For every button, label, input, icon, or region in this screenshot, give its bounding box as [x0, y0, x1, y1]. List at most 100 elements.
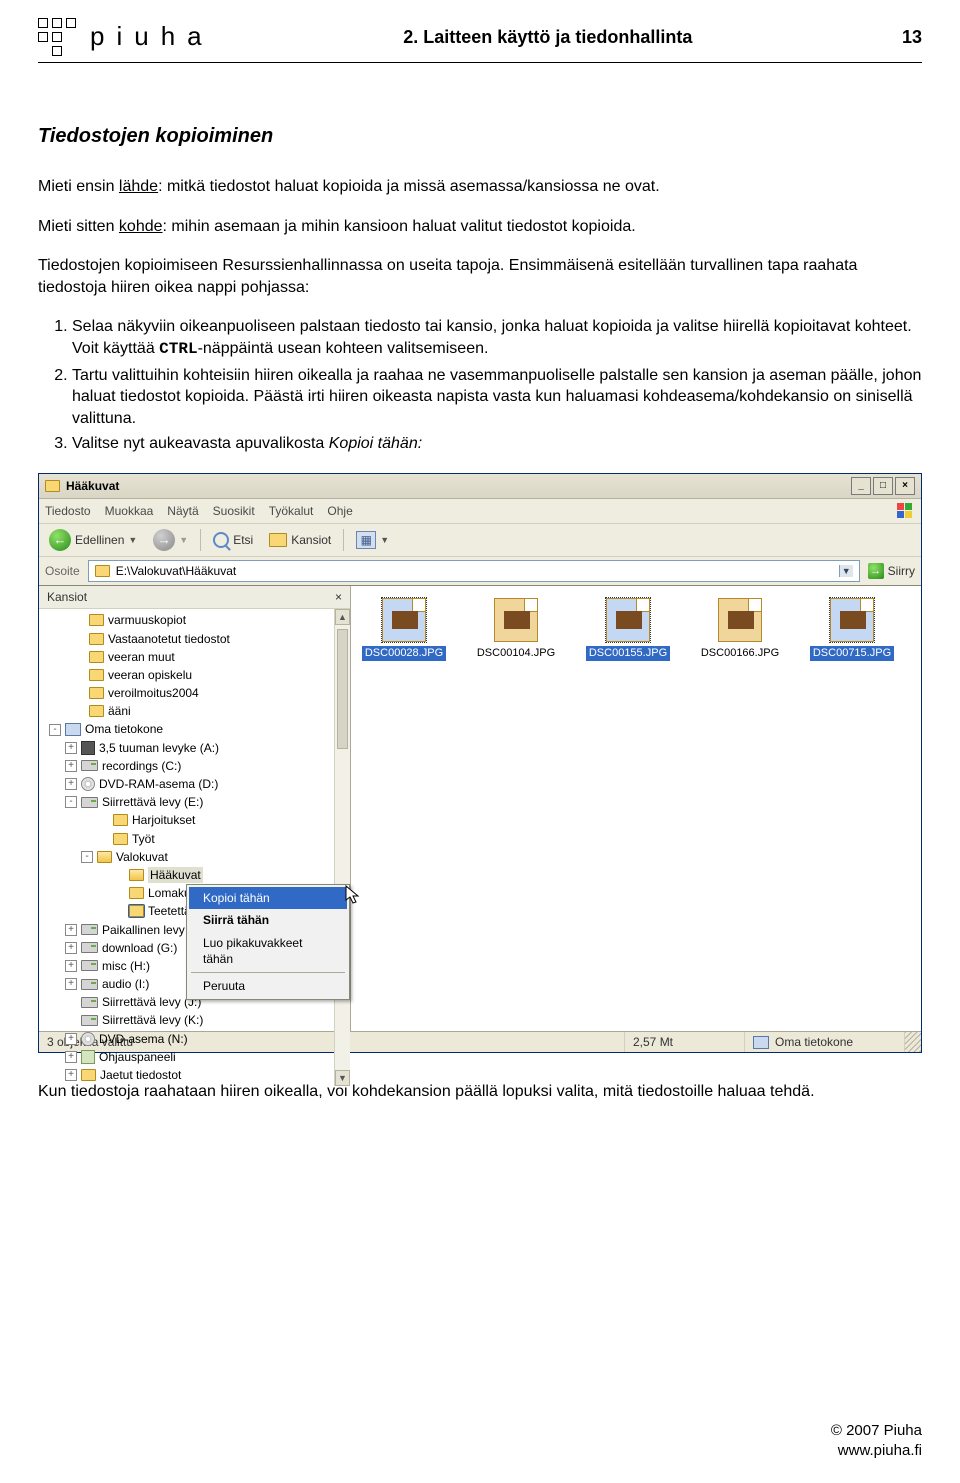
expander-icon[interactable]: + [65, 778, 77, 790]
menu-item[interactable]: Työkalut [269, 503, 314, 519]
copyright: © 2007 Piuha [831, 1421, 922, 1441]
minimize-button[interactable]: _ [851, 477, 871, 495]
close-panel-button[interactable]: × [335, 589, 342, 605]
tree-node[interactable]: -Oma tietokone [39, 720, 350, 738]
folder-icon [89, 705, 104, 717]
tree-node[interactable]: veeran muut [39, 648, 350, 666]
cd-icon [81, 1032, 95, 1046]
back-button[interactable]: ← Edellinen ▼ [45, 527, 141, 553]
context-menu-item[interactable]: Peruuta [189, 975, 347, 997]
menu-item[interactable]: Tiedosto [45, 503, 91, 519]
resize-grip-icon[interactable] [905, 1032, 921, 1052]
scroll-up-icon[interactable]: ▲ [335, 609, 350, 625]
menu-item[interactable]: Muokkaa [105, 503, 154, 519]
menu-item[interactable]: Ohje [327, 503, 352, 519]
tree-label: varmuuskopiot [108, 612, 186, 628]
expander-icon[interactable]: + [65, 742, 77, 754]
expander-icon[interactable]: - [49, 724, 61, 736]
label: Oma tietokone [775, 1034, 853, 1050]
tree-node[interactable]: ääni [39, 702, 350, 720]
tree-node[interactable]: +3,5 tuuman levyke (A:) [39, 739, 350, 757]
scroll-thumb[interactable] [337, 629, 348, 749]
scrollbar[interactable]: ▲ ▼ [334, 609, 350, 1086]
tree-node[interactable]: Siirrettävä levy (K:) [39, 1011, 350, 1029]
expander-icon[interactable]: + [65, 942, 77, 954]
context-menu[interactable]: Kopioi tähänSiirrä tähänLuo pikakuvakkee… [186, 884, 350, 1000]
context-menu-item[interactable]: Luo pikakuvakkeet tähän [189, 932, 347, 970]
file-item[interactable]: DSC00028.JPG [361, 598, 447, 661]
expander-icon[interactable]: + [65, 1069, 77, 1081]
tree-node[interactable]: Vastaanotetut tiedostot [39, 630, 350, 648]
tree-node[interactable]: -Siirrettävä levy (E:) [39, 793, 350, 811]
tree-node[interactable]: veeran opiskelu [39, 666, 350, 684]
tree-node[interactable]: -Valokuvat [39, 848, 350, 866]
tree-node[interactable]: +recordings (C:) [39, 757, 350, 775]
tree-label: veeran muut [108, 649, 175, 665]
window-title: Hääkuvat [66, 478, 119, 494]
expander-icon[interactable]: + [65, 1033, 77, 1045]
address-path: E:\Valokuvat\Hääkuvat [116, 563, 833, 579]
file-name: DSC00166.JPG [701, 646, 779, 661]
expander-icon[interactable]: + [65, 1051, 77, 1063]
tree-node[interactable]: Työt [39, 830, 350, 848]
explorer-screenshot: Hääkuvat _ □ × Tiedosto Muokkaa Näytä Suosi… [38, 473, 922, 1053]
tree-node[interactable]: Harjoitukset [39, 811, 350, 829]
address-label: Osoite [45, 563, 80, 579]
menu-item[interactable]: Suosikit [213, 503, 255, 519]
folders-button[interactable]: Kansiot [265, 530, 335, 550]
expander-icon[interactable]: - [81, 851, 93, 863]
file-item[interactable]: DSC00155.JPG [585, 598, 671, 661]
go-button[interactable]: → Siirry [868, 563, 915, 579]
drive-icon [81, 760, 98, 771]
folders-header: Kansiot × [39, 586, 350, 609]
address-input[interactable]: E:\Valokuvat\Hääkuvat ▼ [88, 560, 860, 582]
tree-node[interactable]: varmuuskopiot [39, 611, 350, 629]
cd-icon [81, 777, 95, 791]
page-number: 13 [882, 25, 922, 49]
context-menu-item[interactable]: Siirrä tähän [189, 909, 347, 931]
toolbar: ← Edellinen ▼ → ▼ Etsi Kansiot ▼ [39, 524, 921, 557]
label: Siirry [888, 563, 915, 579]
tree-node[interactable]: veroilmoitus2004 [39, 684, 350, 702]
expander-icon[interactable]: + [65, 978, 77, 990]
search-icon [213, 532, 229, 548]
scroll-down-icon[interactable]: ▼ [335, 1070, 350, 1086]
context-menu-item[interactable]: Kopioi tähän [189, 887, 347, 909]
expander-icon[interactable]: + [65, 760, 77, 772]
tree-label: veeran opiskelu [108, 667, 192, 683]
close-button[interactable]: × [895, 477, 915, 495]
paragraph-1: Mieti ensin lähde: mitkä tiedostot halua… [38, 176, 922, 198]
expander-icon[interactable]: + [65, 960, 77, 972]
address-bar: Osoite E:\Valokuvat\Hääkuvat ▼ → Siirry [39, 557, 921, 586]
file-item[interactable]: DSC00715.JPG [809, 598, 895, 661]
views-button[interactable]: ▼ [352, 529, 393, 551]
label: Kansiot [291, 532, 331, 548]
file-list-panel[interactable]: DSC00028.JPG DSC00104.JPG DSC00155.JPG DSC0… [351, 586, 921, 1031]
address-dropdown-icon[interactable]: ▼ [839, 565, 853, 577]
italic-kopioi: Kopioi tähän: [329, 435, 422, 452]
maximize-button[interactable]: □ [873, 477, 893, 495]
footer: © 2007 Piuha www.piuha.fi [831, 1421, 922, 1462]
file-item[interactable]: DSC00166.JPG [697, 598, 783, 661]
forward-icon: → [153, 529, 175, 551]
tree-node[interactable]: +DVD-asema (N:) [39, 1030, 350, 1048]
tree-node[interactable]: +Ohjauspaneeli [39, 1048, 350, 1066]
search-button[interactable]: Etsi [209, 530, 257, 550]
menu-separator [191, 972, 345, 973]
status-zone: Oma tietokone [745, 1032, 905, 1052]
tree-node[interactable]: +DVD-RAM-asema (D:) [39, 775, 350, 793]
file-item[interactable]: DSC00104.JPG [473, 598, 559, 661]
folder-icon [89, 669, 104, 681]
expander-icon[interactable]: + [65, 924, 77, 936]
text: Mieti sitten [38, 218, 119, 235]
folder-open-icon [97, 851, 112, 863]
computer-icon [753, 1036, 769, 1049]
image-file-icon [606, 598, 650, 642]
folder-tree[interactable]: ▲ ▼ varmuuskopiot Vastaanotetut tiedostot… [39, 609, 350, 1086]
tree-node[interactable]: Hääkuvat [39, 866, 350, 884]
forward-button[interactable]: → ▼ [149, 527, 192, 553]
tree-node[interactable]: +Jaetut tiedostot [39, 1066, 350, 1084]
expander-icon[interactable]: - [65, 796, 77, 808]
folder-icon [113, 833, 128, 845]
menu-item[interactable]: Näytä [167, 503, 198, 519]
